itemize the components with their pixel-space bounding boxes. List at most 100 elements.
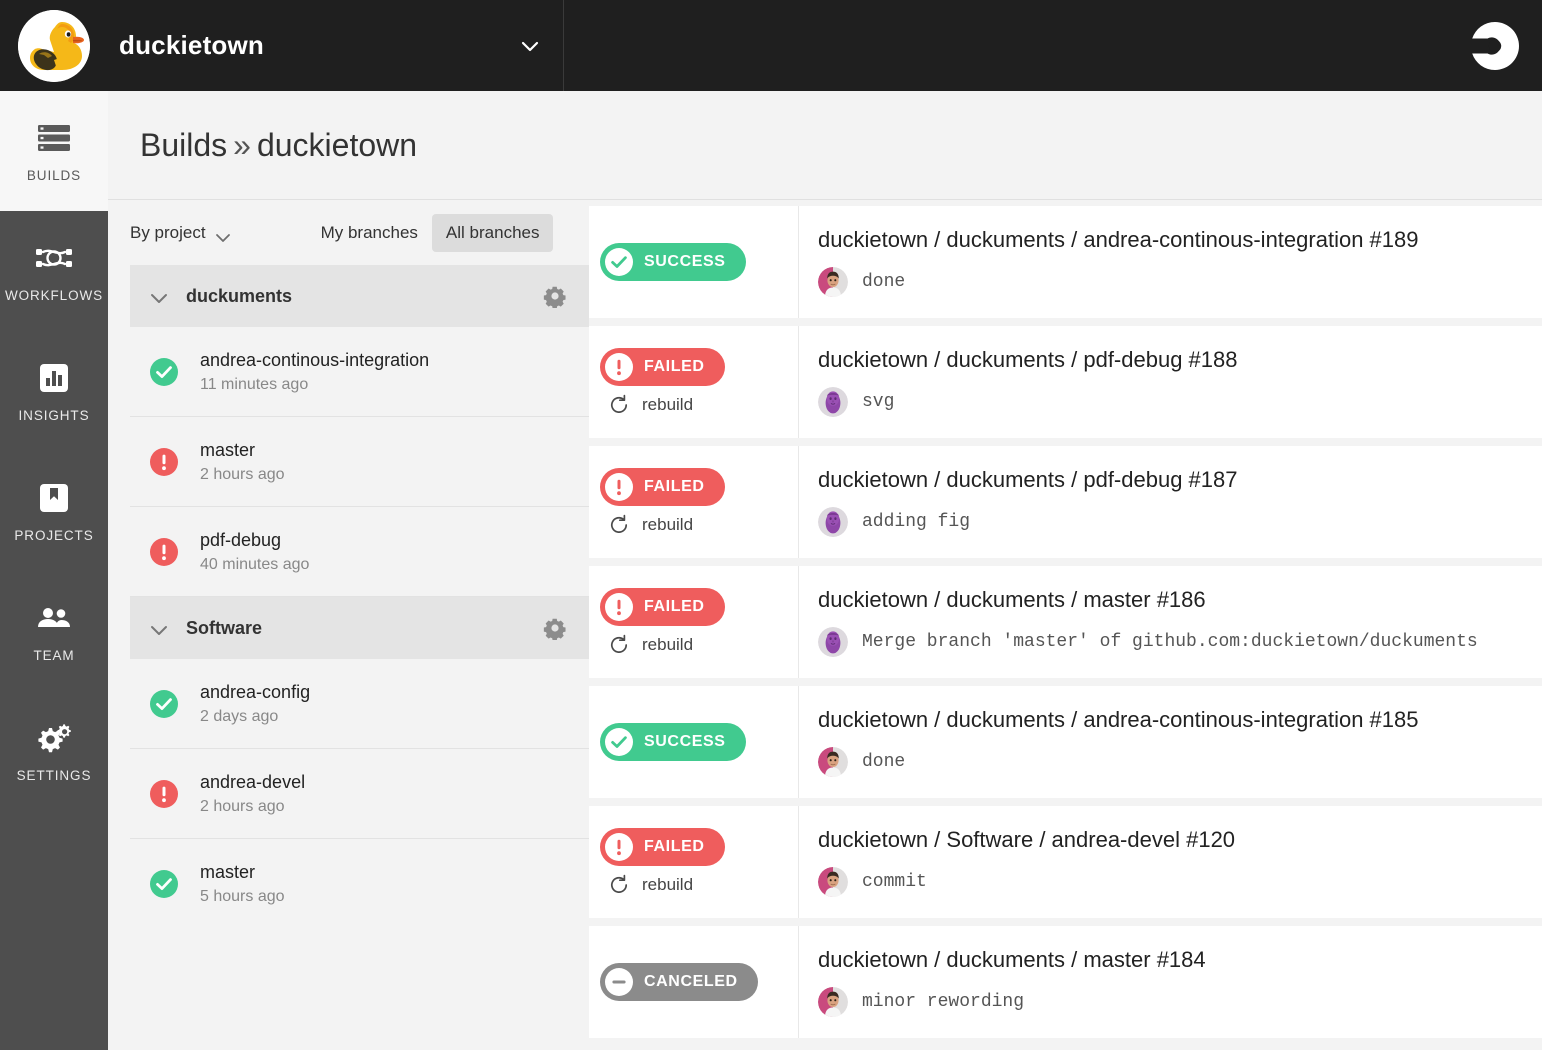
project-header-duckuments[interactable]: duckuments <box>130 265 589 327</box>
branch-row[interactable]: master 5 hours ago <box>130 839 589 929</box>
status-badge-label: CANCELED <box>644 973 738 990</box>
projects-icon <box>34 479 74 517</box>
status-badge-label: FAILED <box>644 358 705 375</box>
build-title-link[interactable]: duckietown / duckuments / master #186 <box>818 587 1542 613</box>
branch-row[interactable]: andrea-continous-integration 11 minutes … <box>130 327 589 417</box>
filter-bar: By project My branches All branches <box>130 200 589 265</box>
my-branches-button[interactable]: My branches <box>307 214 432 252</box>
branch-row[interactable]: andrea-devel 2 hours ago <box>130 749 589 839</box>
exclamation-circle-icon <box>605 353 633 381</box>
left-nav: BUILDS WORKFLOWS INSIGHTS PROJECTS TEAM … <box>0 91 108 1050</box>
avatar <box>818 867 848 897</box>
build-status-column: FAILED rebuild <box>589 806 799 918</box>
build-card[interactable]: CANCELED duckietown / duckuments / master… <box>589 926 1542 1038</box>
build-title-link[interactable]: duckietown / duckuments / andrea-contino… <box>818 227 1542 253</box>
exclamation-circle-icon <box>150 779 178 808</box>
breadcrumb-current: duckietown <box>256 126 418 163</box>
avatar <box>818 267 848 297</box>
status-badge[interactable]: SUCCESS <box>600 723 746 761</box>
build-status-column: SUCCESS <box>589 686 799 798</box>
commit-message: minor rewording <box>862 992 1025 1012</box>
branch-time-label: 40 minutes ago <box>200 555 310 573</box>
build-card[interactable]: FAILED rebuild duckietown / duckuments / p… <box>589 446 1542 558</box>
status-badge[interactable]: CANCELED <box>600 963 758 1001</box>
refresh-icon <box>608 874 630 896</box>
build-commit: commit <box>818 867 1542 897</box>
build-title-link[interactable]: duckietown / duckuments / pdf-debug #187 <box>818 467 1542 493</box>
project-name-label: Software <box>186 617 263 638</box>
branch-name-label: andrea-continous-integration <box>200 349 430 370</box>
build-card[interactable]: FAILED rebuild duckietown / Software / and… <box>589 806 1542 918</box>
breadcrumb-root[interactable]: Builds <box>140 127 227 163</box>
rebuild-button[interactable]: rebuild <box>600 394 798 416</box>
content-area: By project My branches All branches duck… <box>108 200 1542 1050</box>
breadcrumb: Builds» duckietown <box>140 127 417 164</box>
rebuild-button[interactable]: rebuild <box>600 634 798 656</box>
chevron-down-icon[interactable] <box>519 35 541 57</box>
build-commit: adding fig <box>818 507 1542 537</box>
chevron-down-icon[interactable] <box>150 623 168 635</box>
build-card[interactable]: SUCCESS duckietown / duckuments / andrea-… <box>589 206 1542 318</box>
build-card[interactable]: FAILED rebuild duckietown / duckuments / p… <box>589 326 1542 438</box>
app-body: BUILDS WORKFLOWS INSIGHTS PROJECTS TEAM … <box>0 91 1542 1050</box>
group-by-dropdown[interactable]: By project <box>130 223 231 243</box>
sidebar-item-workflows[interactable]: WORKFLOWS <box>0 211 108 331</box>
branch-row[interactable]: master 2 hours ago <box>130 417 589 507</box>
build-commit: Merge branch 'master' of github.com:duck… <box>818 627 1542 657</box>
main-area: Builds» duckietown By project My branche… <box>108 91 1542 1050</box>
sidebar-item-builds[interactable]: BUILDS <box>0 91 108 211</box>
status-badge-label: FAILED <box>644 598 705 615</box>
status-badge-label: FAILED <box>644 838 705 855</box>
commit-message: svg <box>862 392 895 412</box>
gear-icon[interactable] <box>543 284 567 308</box>
build-main-column: duckietown / duckuments / andrea-contino… <box>799 686 1542 798</box>
chevron-down-icon[interactable] <box>150 291 168 303</box>
avatar <box>818 987 848 1017</box>
branch-row[interactable]: pdf-debug 40 minutes ago <box>130 507 589 597</box>
top-bar: duckietown <box>0 0 1542 91</box>
rebuild-button[interactable]: rebuild <box>600 874 798 896</box>
rebuild-button[interactable]: rebuild <box>600 514 798 536</box>
org-selector[interactable]: duckietown <box>0 0 564 91</box>
project-header-software[interactable]: Software <box>130 597 589 659</box>
build-title-link[interactable]: duckietown / Software / andrea-devel #12… <box>818 827 1542 853</box>
status-badge[interactable]: FAILED <box>600 588 725 626</box>
check-circle-icon <box>150 689 178 718</box>
build-title-link[interactable]: duckietown / duckuments / pdf-debug #188 <box>818 347 1542 373</box>
minus-circle-icon <box>605 968 633 996</box>
branch-info: andrea-config 2 days ago <box>200 682 310 726</box>
build-status-column: SUCCESS <box>589 206 799 318</box>
sidebar-item-team[interactable]: TEAM <box>0 571 108 691</box>
refresh-icon <box>608 394 630 416</box>
status-badge[interactable]: FAILED <box>600 468 725 506</box>
gear-icon[interactable] <box>543 616 567 640</box>
build-status-column: CANCELED <box>589 926 799 1038</box>
sidebar-item-insights[interactable]: INSIGHTS <box>0 331 108 451</box>
build-title-link[interactable]: duckietown / duckuments / andrea-contino… <box>818 707 1542 733</box>
sidebar-item-settings[interactable]: SETTINGS <box>0 691 108 811</box>
status-badge[interactable]: FAILED <box>600 348 725 386</box>
build-main-column: duckietown / duckuments / pdf-debug #187… <box>799 446 1542 558</box>
check-circle-icon <box>150 357 178 386</box>
build-card[interactable]: FAILED rebuild duckietown / duckuments / m… <box>589 566 1542 678</box>
status-badge-label: SUCCESS <box>644 253 726 270</box>
workflows-icon <box>34 239 74 277</box>
status-badge[interactable]: SUCCESS <box>600 243 746 281</box>
settings-icon <box>34 719 74 757</box>
sidebar-item-projects[interactable]: PROJECTS <box>0 451 108 571</box>
build-commit: minor rewording <box>818 987 1542 1017</box>
exclamation-circle-icon <box>605 833 633 861</box>
build-card[interactable]: SUCCESS duckietown / duckuments / andrea-… <box>589 686 1542 798</box>
all-branches-button[interactable]: All branches <box>431 213 554 252</box>
branch-name-label: master <box>200 862 256 882</box>
branch-row[interactable]: andrea-config 2 days ago <box>130 659 589 749</box>
status-badge[interactable]: FAILED <box>600 828 725 866</box>
branch-filter-toggle: My branches All branches <box>307 213 554 252</box>
branch-time-label: 5 hours ago <box>200 888 285 905</box>
build-title-link[interactable]: duckietown / duckuments / master #184 <box>818 947 1542 973</box>
branch-info: master 2 hours ago <box>200 440 285 484</box>
circleci-logo-icon[interactable] <box>1447 0 1542 91</box>
commit-message: done <box>862 752 906 772</box>
breadcrumb-separator: » <box>233 126 251 163</box>
builds-icon <box>34 119 74 157</box>
